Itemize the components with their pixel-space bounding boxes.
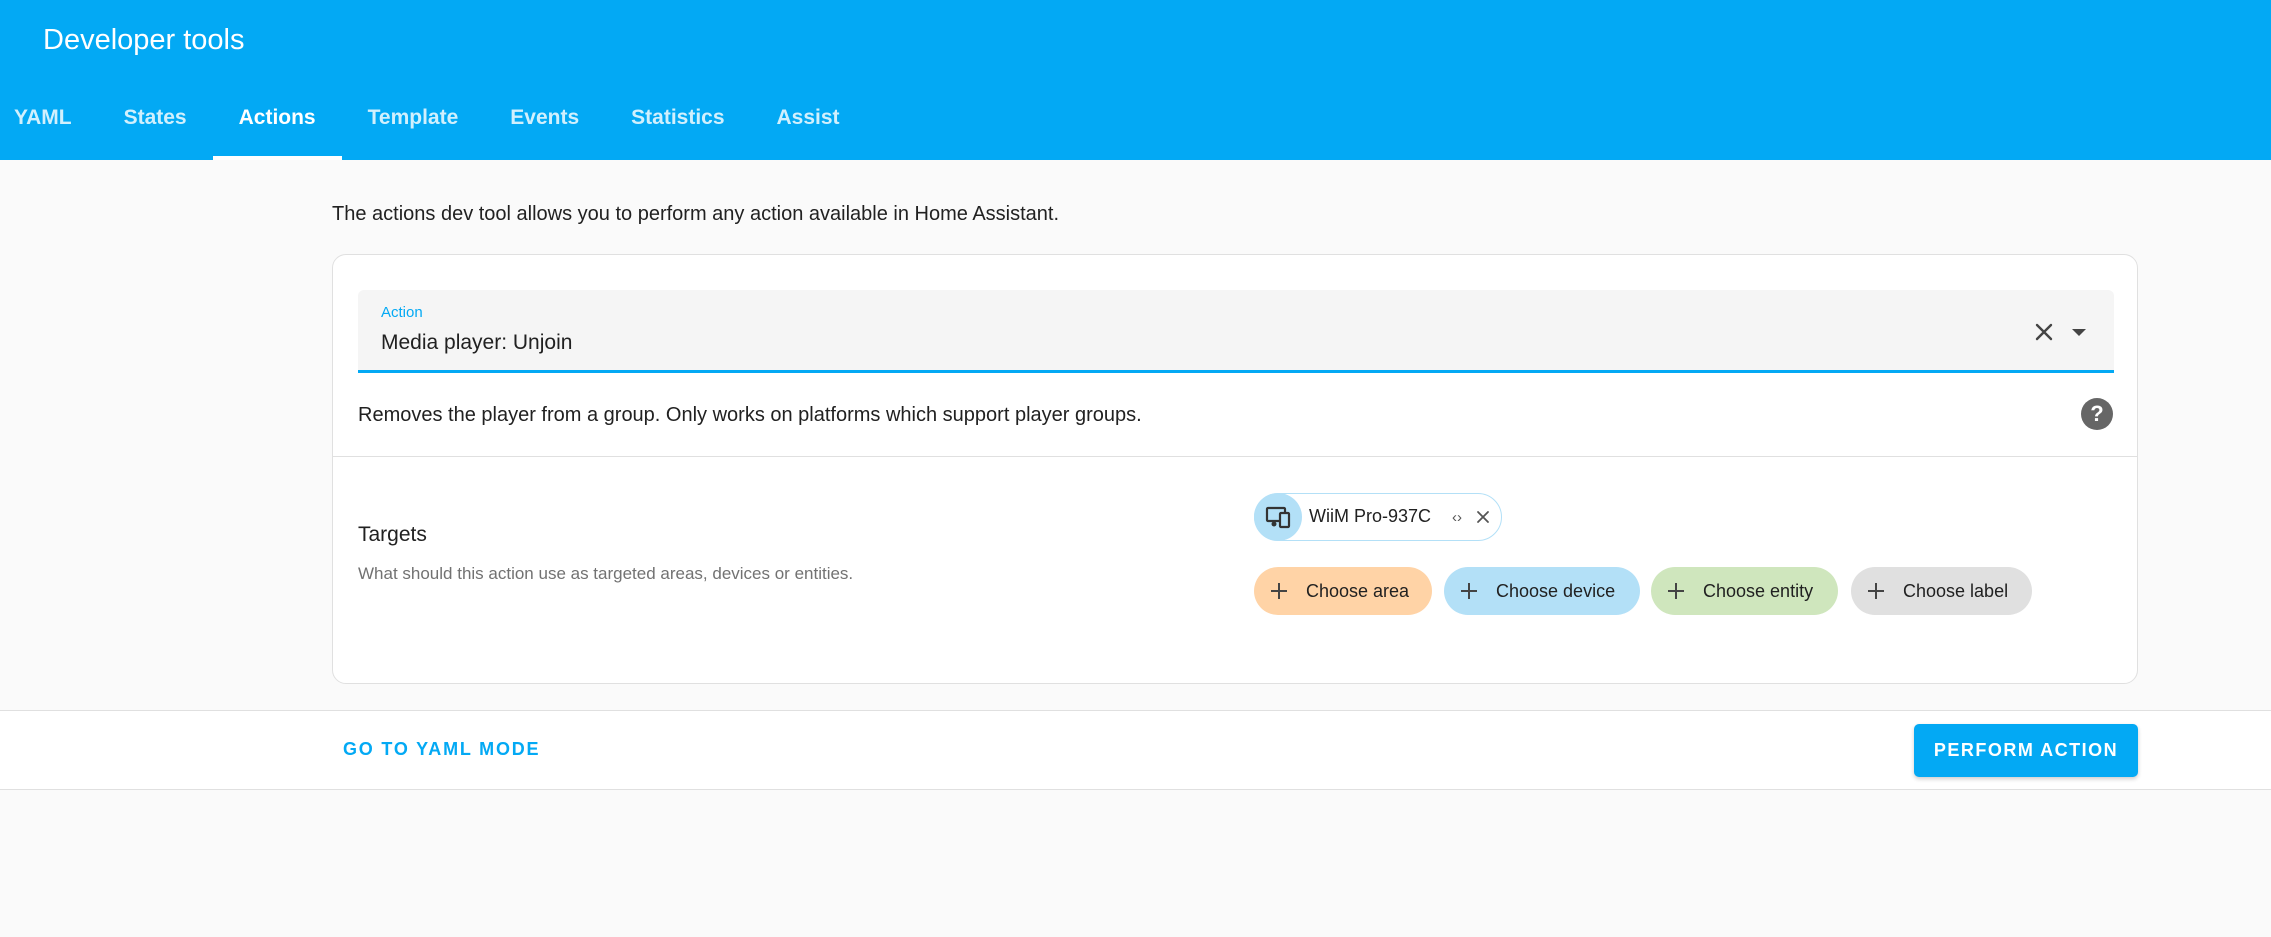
- tab-statistics[interactable]: Statistics: [605, 95, 750, 160]
- help-icon[interactable]: ?: [2081, 398, 2113, 430]
- intro-text: The actions dev tool allows you to perfo…: [332, 203, 1060, 225]
- divider: [333, 456, 2137, 457]
- targets-title: Targets: [358, 523, 427, 546]
- choose-label-button[interactable]: Choose label: [1851, 567, 2032, 615]
- choose-area-button[interactable]: Choose area: [1254, 567, 1432, 615]
- plus-icon: [1271, 583, 1287, 599]
- action-card: Action Media player: Unjoin Removes the …: [332, 254, 2138, 684]
- action-select-label: Action: [381, 304, 423, 321]
- tab-yaml[interactable]: YAML: [0, 95, 98, 160]
- tab-bar: YAML States Actions Template Events Stat…: [0, 95, 866, 160]
- expand-icon[interactable]: ‹›: [1452, 509, 1462, 526]
- target-chip-device[interactable]: WiiM Pro-937C ‹›: [1254, 493, 1502, 541]
- dropdown-arrow-icon[interactable]: [2072, 329, 2086, 336]
- choose-device-label: Choose device: [1496, 580, 1616, 601]
- choose-entity-label: Choose entity: [1703, 580, 1814, 601]
- choose-label-label: Choose label: [1903, 580, 2009, 601]
- footer-bar: GO TO YAML MODE PERFORM ACTION: [0, 710, 2271, 790]
- plus-icon: [1461, 583, 1477, 599]
- tab-template[interactable]: Template: [342, 95, 485, 160]
- tab-states[interactable]: States: [98, 95, 213, 160]
- device-icon: [1254, 493, 1302, 541]
- choose-device-button[interactable]: Choose device: [1444, 567, 1640, 615]
- tab-actions[interactable]: Actions: [212, 95, 342, 160]
- go-to-yaml-mode-button[interactable]: GO TO YAML MODE: [343, 739, 540, 760]
- choose-area-label: Choose area: [1306, 580, 1410, 601]
- action-select-value[interactable]: Media player: Unjoin: [381, 331, 572, 355]
- action-select[interactable]: Action Media player: Unjoin: [358, 290, 2114, 373]
- tab-events[interactable]: Events: [484, 95, 605, 160]
- page-title: Developer tools: [43, 24, 245, 56]
- plus-icon: [1868, 583, 1884, 599]
- clear-icon[interactable]: [2032, 320, 2056, 344]
- top-app-bar: Developer tools YAML States Actions Temp…: [0, 0, 2271, 160]
- targets-subtitle: What should this action use as targeted …: [358, 564, 854, 583]
- remove-target-icon[interactable]: [1475, 509, 1491, 525]
- action-description: Removes the player from a group. Only wo…: [358, 404, 1142, 426]
- choose-entity-button[interactable]: Choose entity: [1651, 567, 1838, 615]
- perform-action-button[interactable]: PERFORM ACTION: [1914, 724, 2138, 777]
- target-chip-label: WiiM Pro-937C: [1309, 506, 1432, 526]
- tab-assist[interactable]: Assist: [751, 95, 866, 160]
- plus-icon: [1668, 583, 1684, 599]
